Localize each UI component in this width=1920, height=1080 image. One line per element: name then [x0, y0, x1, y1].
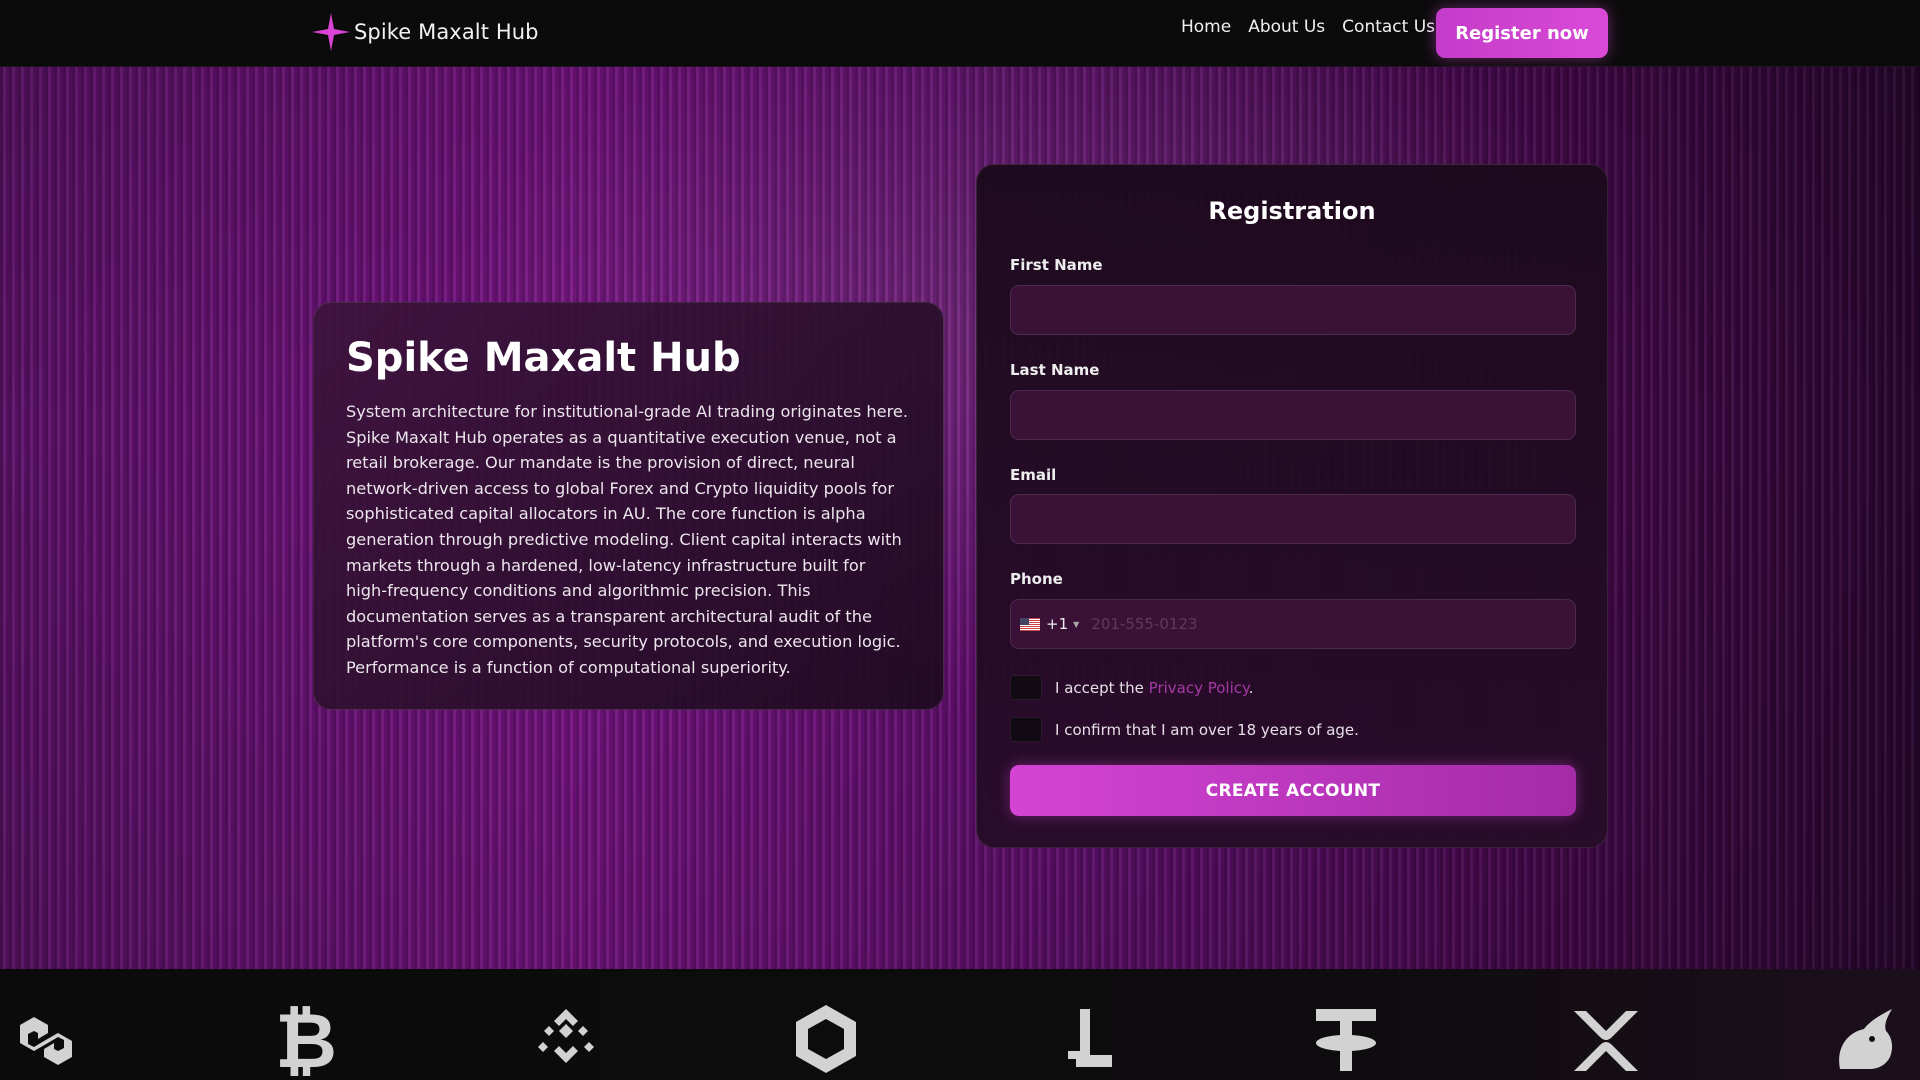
email-field[interactable] — [1010, 494, 1576, 544]
phone-label: Phone — [1010, 570, 1063, 588]
last-name-field[interactable] — [1010, 390, 1576, 440]
privacy-policy-link[interactable]: Privacy Policy — [1149, 679, 1249, 697]
email-label: Email — [1010, 466, 1057, 484]
last-name-label: Last Name — [1010, 361, 1100, 379]
us-flag-icon[interactable] — [1020, 617, 1040, 631]
privacy-suffix: . — [1248, 678, 1254, 697]
info-title: Spike Maxalt Hub — [346, 335, 741, 381]
brand-name: Spike Maxalt Hub — [354, 20, 539, 44]
hero-background — [0, 67, 1920, 969]
dial-code[interactable]: +1 — [1046, 615, 1068, 633]
nav-contact-us[interactable]: Contact Us — [1342, 17, 1435, 37]
phone-field-wrapper: +1 ▼ — [1010, 599, 1576, 649]
privacy-text: I accept the Privacy Policy. — [1055, 679, 1254, 697]
registration-card: Registration First Name Last Name Email … — [976, 164, 1608, 848]
binance-icon — [526, 999, 606, 1079]
first-name-label: First Name — [1010, 256, 1103, 274]
uniswap-icon — [1826, 999, 1906, 1079]
top-header: Spike Maxalt Hub Home About Us Contact U… — [0, 0, 1920, 67]
crypto-logo-strip: ₿ — [0, 969, 1920, 1080]
chevron-down-icon[interactable]: ▼ — [1073, 620, 1079, 629]
age-text: I confirm that I am over 18 years of age… — [1055, 720, 1359, 739]
info-description: System architecture for institutional-gr… — [346, 402, 909, 677]
tether-icon — [1306, 999, 1386, 1079]
create-account-button[interactable]: CREATE ACCOUNT — [1010, 765, 1576, 816]
first-name-field[interactable] — [1010, 285, 1576, 335]
nav-home[interactable]: Home — [1181, 17, 1231, 37]
nav-about-us[interactable]: About Us — [1248, 17, 1325, 37]
main-nav: Home About Us Contact Us — [1181, 17, 1435, 37]
age-row: I confirm that I am over 18 years of age… — [1010, 717, 1359, 742]
polygon-icon — [6, 999, 86, 1079]
age-checkbox[interactable] — [1010, 717, 1042, 742]
register-now-button[interactable]: Register now — [1436, 8, 1608, 58]
xrp-icon — [1566, 999, 1646, 1079]
bitcoin-icon: ₿ — [266, 999, 346, 1079]
info-card: Spike Maxalt Hub System architecture for… — [313, 302, 944, 710]
registration-title: Registration — [1208, 197, 1376, 225]
privacy-row: I accept the Privacy Policy. — [1010, 675, 1254, 700]
privacy-checkbox[interactable] — [1010, 675, 1042, 700]
brand[interactable]: Spike Maxalt Hub — [310, 11, 539, 53]
privacy-prefix: I accept the — [1055, 678, 1149, 697]
lisk-icon — [1046, 999, 1126, 1079]
sparkle-logo-icon — [312, 13, 350, 51]
svg-text:₿: ₿ — [275, 999, 337, 1079]
hexagon-icon — [786, 999, 866, 1079]
phone-input[interactable] — [1091, 600, 1575, 648]
